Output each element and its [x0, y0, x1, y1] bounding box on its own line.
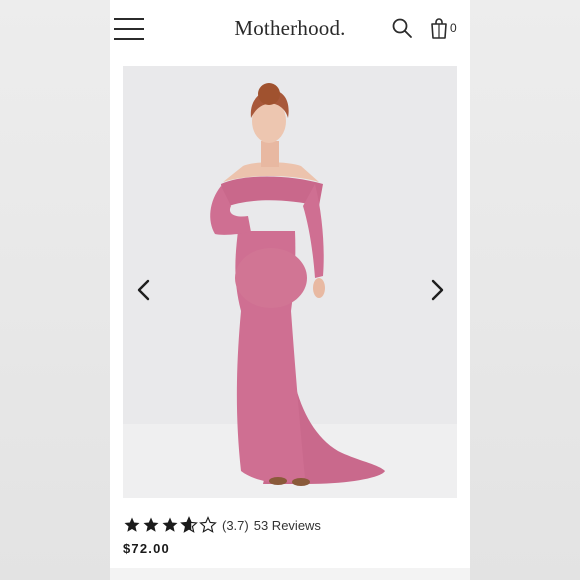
star-partial-icon: [180, 516, 198, 533]
product-rating: (3.7) 53 Reviews: [123, 514, 321, 536]
product-image-gallery[interactable]: [123, 66, 457, 498]
reviews-link[interactable]: 53 Reviews: [254, 518, 321, 533]
background-left: [0, 0, 110, 580]
mobile-page: Motherhood. 0 (3.7) 53 Reviews $72.00: [110, 0, 470, 580]
star-rating: [123, 516, 218, 534]
chevron-left-icon[interactable]: [133, 276, 155, 304]
rating-value: (3.7): [222, 517, 249, 533]
shopping-bag-icon[interactable]: [430, 17, 448, 39]
background-right: [470, 0, 580, 580]
star-full-icon: [162, 517, 178, 532]
site-header: Motherhood. 0: [110, 0, 470, 60]
product-price: $72.00: [123, 541, 170, 556]
chevron-right-icon[interactable]: [426, 276, 448, 304]
star-full-icon: [143, 517, 159, 532]
bottom-edge: [110, 568, 470, 580]
cart-count-badge: 0: [450, 21, 457, 35]
brand-logo[interactable]: Motherhood.: [110, 16, 470, 41]
product-photo: [210, 83, 385, 486]
star-full-icon: [124, 517, 140, 532]
search-icon[interactable]: [391, 17, 413, 39]
star-empty-icon: [199, 516, 217, 533]
